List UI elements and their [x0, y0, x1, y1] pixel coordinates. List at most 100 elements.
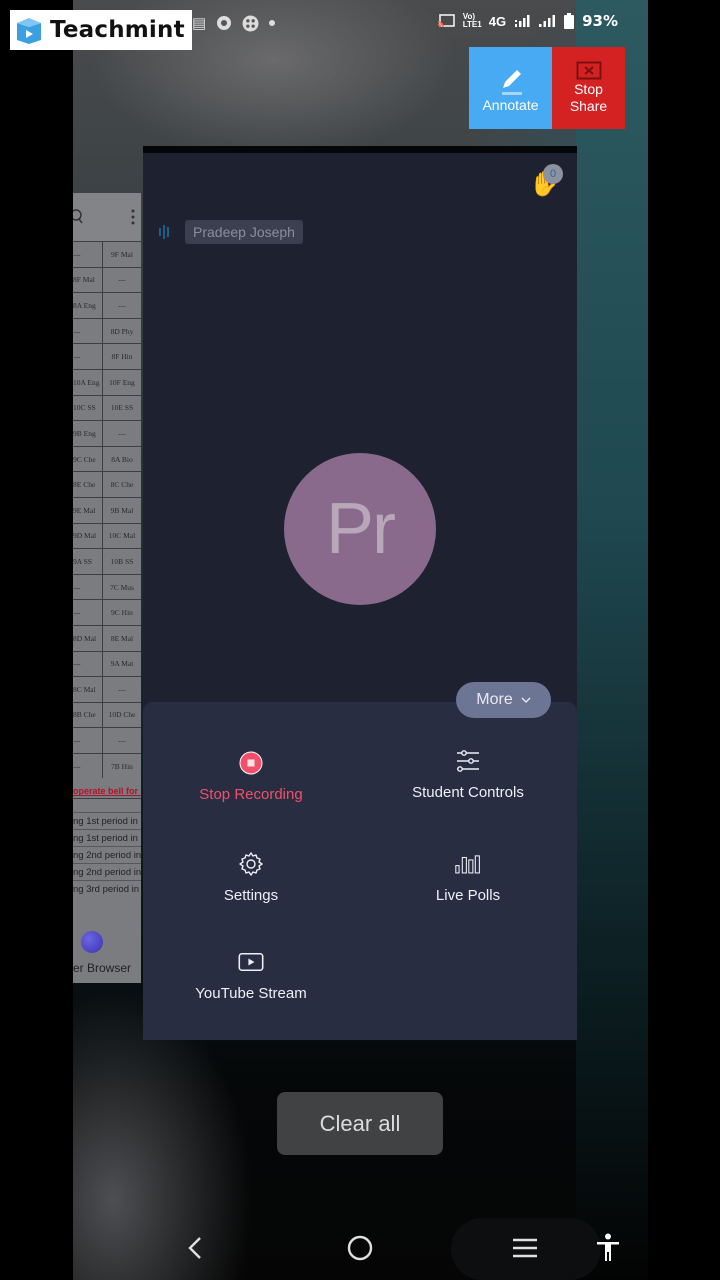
more-options-panel: Stop Recording Student Controls Settings…	[143, 702, 577, 1040]
timetable-cell: 8D Phy	[110, 326, 134, 336]
more-vertical-icon	[131, 209, 135, 225]
timetable-cell: 9B Mal	[110, 505, 134, 515]
timetable-cell: 10E SS	[110, 403, 134, 413]
record-stop-icon	[238, 750, 264, 776]
timetable-row: 9B Eng ---	[73, 420, 141, 446]
chevron-down-icon	[521, 697, 531, 703]
gear-icon	[238, 851, 264, 877]
live-polls-button[interactable]: Live Polls	[368, 851, 568, 904]
card-top-edge	[143, 146, 577, 153]
timetable-cell: ---	[118, 736, 126, 746]
screen-share-toolbar: Annotate Stop Share	[469, 47, 625, 129]
timetable-row: 9A SS 10B SS	[73, 548, 141, 574]
timetable-cell: ---	[118, 684, 126, 694]
annotate-label: Annotate	[482, 96, 539, 113]
clear-all-button[interactable]: Clear all	[277, 1092, 443, 1155]
settings-label: Settings	[223, 887, 279, 904]
avatar-initials: Pr	[326, 489, 396, 569]
home-icon	[347, 1235, 373, 1260]
timetable-cell: ---	[118, 428, 126, 438]
timetable-row: --- 9F Mal	[73, 241, 141, 267]
stop-recording-label: Stop Recording	[199, 786, 303, 803]
stop-share-button[interactable]: Stop Share	[552, 47, 625, 129]
recents-button[interactable]	[500, 1215, 550, 1280]
timetable-cell: ---	[73, 344, 103, 369]
student-controls-button[interactable]: Student Controls	[368, 748, 568, 801]
timetable-cell: 7C Mus	[110, 582, 134, 592]
timetable-row: 9D Mal 10C Mal	[73, 522, 141, 549]
recent-app-card-teachmint[interactable]: ✋ 0 Pradeep Joseph Pr More Stop Recordin…	[143, 146, 577, 1040]
timetable-cell: 7B Hin	[111, 761, 133, 771]
timetable-row: 10C SS 10E SS	[73, 394, 141, 421]
timetable-row: 8A Eng ---	[73, 292, 141, 318]
timetable-cell: 8C Che	[110, 480, 134, 490]
timetable-cell: 10F Eng	[109, 377, 135, 387]
browser-globe-icon	[81, 931, 103, 953]
chrome-icon	[217, 16, 232, 30]
period-note: ng 1st period in 5t	[73, 812, 141, 829]
annotate-button[interactable]: Annotate	[469, 47, 552, 129]
teachmint-watermark: Teachmint	[10, 10, 192, 50]
recents-icon	[513, 1238, 537, 1257]
message-icon: ▤	[192, 15, 207, 32]
timetable-row: --- 9C Hin	[73, 599, 141, 625]
speaker-name: Pradeep Joseph	[185, 220, 303, 244]
timetable-row: 9E Mal 9B Mal	[73, 496, 141, 523]
period-note: ng 1st period in 6t	[73, 829, 141, 846]
timetable-rows: --- 9F Mal 8F Mal --- 8A Eng --- --- 8D Phy --- 8…	[73, 241, 141, 779]
settings-button[interactable]: Settings	[151, 851, 351, 904]
back-icon	[188, 1236, 201, 1259]
period-note: ng 3rd period in 9t	[73, 880, 141, 897]
sheet-divider	[73, 798, 141, 812]
recent-app-card-browser[interactable]: --- 9F Mal 8F Mal --- 8A Eng --- --- 8D Phy --- 8…	[73, 193, 141, 983]
timetable-cell: 8F Mal	[73, 267, 103, 293]
notification-icons: ▤	[192, 14, 276, 32]
timetable-row: --- 8F Hin	[73, 343, 141, 369]
stop-share-label: Stop Share	[569, 81, 608, 114]
timetable-row: --- ---	[73, 727, 141, 753]
timetable-cell: 9D Mal	[73, 523, 103, 549]
timetable-cell: ---	[73, 753, 103, 779]
participant-avatar: Pr	[284, 453, 436, 605]
cast-icon	[437, 14, 455, 28]
more-button[interactable]: More	[456, 682, 551, 718]
timetable-row: --- 7B Hin	[73, 752, 141, 779]
bell-link: operate bell for in	[73, 786, 141, 797]
timetable-cell: ---	[73, 318, 103, 344]
volte-icon: Vo) LTE1	[462, 12, 482, 29]
youtube-stream-label: YouTube Stream	[195, 985, 307, 1002]
timetable-cell: 8F Hin	[111, 352, 133, 362]
timetable-cell: 8E Mal	[110, 633, 134, 643]
home-button[interactable]	[335, 1215, 385, 1280]
timetable-cell: 8B Che	[73, 702, 103, 728]
phone-screen: ▤ Vo) LTE1 4G 93% Teachmint Annotate Sto…	[0, 0, 720, 1280]
youtube-stream-button[interactable]: YouTube Stream	[151, 949, 351, 1002]
period-notes: ng 1st period in 5t ng 1st period in 6t ng…	[73, 812, 141, 897]
accessibility-button[interactable]	[588, 1215, 628, 1280]
timetable-row: 8B Che 10D Che	[73, 701, 141, 728]
network-type: 4G	[488, 13, 507, 29]
raised-hands[interactable]: ✋ 0	[529, 164, 563, 200]
timetable-cell: ---	[118, 275, 126, 285]
timetable-cell: 10C Mal	[108, 531, 136, 541]
audio-level-icon	[159, 224, 175, 240]
back-button[interactable]	[170, 1215, 220, 1280]
timetable-cell: 9B Eng	[73, 421, 103, 446]
accessibility-icon	[597, 1233, 619, 1261]
browser-app-label: er Browser	[73, 931, 141, 983]
stop-recording-button[interactable]: Stop Recording	[151, 750, 351, 803]
timetable-cell: 9A Mat	[110, 659, 134, 669]
bar-chart-icon	[455, 851, 481, 877]
live-polls-label: Live Polls	[435, 887, 501, 904]
timetable-row: 10A Eng 10F Eng	[73, 368, 141, 395]
app-grid-icon	[242, 15, 259, 31]
timetable-cell: ---	[73, 242, 103, 267]
sliders-icon	[455, 748, 481, 774]
timetable-cell: 9C Che	[73, 446, 103, 472]
signal-icon	[539, 15, 556, 27]
timetable-row: 8C Mal ---	[73, 676, 141, 702]
youtube-play-icon	[238, 949, 264, 975]
timetable-row: 8F Mal ---	[73, 266, 141, 293]
timetable-cell: 9F Mal	[111, 249, 133, 259]
system-status-icons: Vo) LTE1 4G 93%	[437, 12, 618, 30]
